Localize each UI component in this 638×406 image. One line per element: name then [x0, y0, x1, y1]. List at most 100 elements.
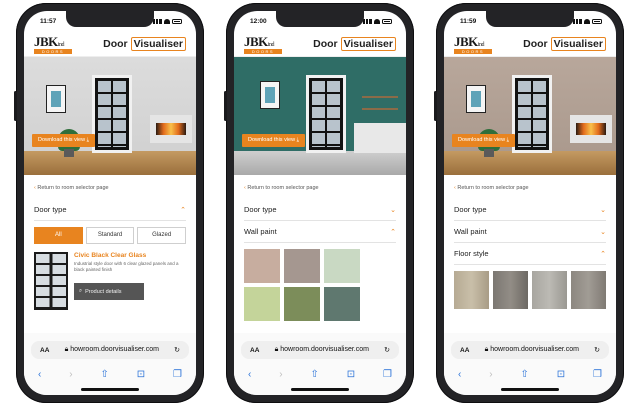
browser-toolbar: ‹ › ⇧ ⊡ ❐ [24, 365, 196, 383]
jbk-logo[interactable]: JBKind DOORS [244, 33, 282, 54]
floor-swatch[interactable] [454, 271, 489, 309]
share-icon[interactable]: ⇧ [100, 369, 108, 380]
notch [276, 11, 364, 27]
forward-arrow-icon[interactable]: › [69, 369, 72, 380]
jbk-logo[interactable]: JBKind DOORS [454, 33, 492, 54]
chevron-left-icon: ‹ [244, 185, 246, 191]
paint-swatch[interactable] [324, 287, 360, 321]
door-type-section[interactable]: Door type ⌄ [244, 199, 396, 221]
back-arrow-icon[interactable]: ‹ [38, 369, 41, 380]
notch [66, 11, 154, 27]
door-visualiser-brand: Door Visualiser [103, 36, 186, 51]
room-preview: Download this view ⤓ [24, 57, 196, 175]
return-link[interactable]: ‹ Return to room selector page [34, 185, 186, 191]
product-description: Industrial style door with 6 clear glaze… [74, 261, 179, 272]
paint-swatch-grid [244, 249, 360, 321]
forward-arrow-icon[interactable]: › [489, 369, 492, 380]
forward-arrow-icon[interactable]: › [279, 369, 282, 380]
door-filter-group: All Standard Glazed [34, 227, 187, 244]
product-name: Civic Black Clear Glass [74, 252, 147, 259]
chevron-down-icon: ⌄ [600, 228, 606, 236]
door-type-section[interactable]: Door type ⌄ [454, 199, 606, 221]
address-bar[interactable]: AA 🔒︎ howroom.doorvisualiser.com ↻ [451, 341, 609, 359]
signal-icon [363, 18, 372, 24]
share-icon[interactable]: ⇧ [310, 369, 318, 380]
bookmarks-icon[interactable]: ⊡ [137, 369, 145, 380]
floor-swatch-row [454, 271, 606, 309]
product-thumbnail[interactable] [34, 252, 68, 310]
phone-frame-3: 11:59 JBKind DOORS Door Visualiser Downl… [434, 3, 624, 403]
floor-swatch[interactable] [532, 271, 567, 309]
address-bar[interactable]: AA 🔒︎ howroom.doorvisualiser.com ↻ [241, 341, 399, 359]
share-icon[interactable]: ⇧ [520, 369, 528, 380]
door-type-section[interactable]: Door type ⌃ [34, 199, 186, 221]
chevron-left-icon: ‹ [34, 185, 36, 191]
door-preview [92, 75, 132, 153]
download-view-button[interactable]: Download this view ⤓ [242, 134, 306, 147]
url-text: 🔒︎ howroom.doorvisualiser.com [274, 346, 369, 353]
floor-style-section[interactable]: Floor style ⌃ [454, 243, 606, 265]
notch [486, 11, 574, 27]
url-text: 🔒︎ howroom.doorvisualiser.com [484, 346, 579, 353]
showcase: 11:57 JBKind DOORS Door Visualiser Downl… [0, 0, 638, 406]
return-link[interactable]: ‹ Return to room selector page [244, 185, 396, 191]
wifi-icon [374, 18, 380, 24]
chevron-up-icon: ⌃ [180, 206, 186, 214]
kitchen-shelves [362, 87, 398, 121]
status-time: 11:57 [40, 17, 57, 25]
return-link[interactable]: ‹ Return to room selector page [454, 185, 606, 191]
chevron-up-icon: ⌃ [600, 250, 606, 258]
reload-icon[interactable]: ↻ [174, 346, 180, 354]
site-header: JBKind DOORS Door Visualiser [24, 31, 196, 57]
product-details-button[interactable]: ⌕ Product details [74, 283, 144, 300]
home-indicator [501, 388, 559, 391]
paint-swatch[interactable] [244, 287, 280, 321]
tabs-icon[interactable]: ❐ [173, 369, 182, 380]
address-bar[interactable]: AA 🔒︎ howroom.doorvisualiser.com ↻ [31, 341, 189, 359]
filter-standard-button[interactable]: Standard [85, 227, 135, 244]
lock-icon: 🔒︎ [484, 346, 489, 353]
browser-toolbar: ‹ › ⇧ ⊡ ❐ [444, 365, 616, 383]
tabs-icon[interactable]: ❐ [593, 369, 602, 380]
bookmarks-icon[interactable]: ⊡ [557, 369, 565, 380]
chevron-down-icon: ⌄ [390, 206, 396, 214]
home-indicator [291, 388, 349, 391]
room-preview: Download this view ⤓ [234, 57, 406, 175]
download-view-button[interactable]: Download this view ⤓ [452, 134, 516, 147]
reload-icon[interactable]: ↻ [594, 346, 600, 354]
download-view-button[interactable]: Download this view ⤓ [32, 134, 96, 147]
floor-swatch[interactable] [571, 271, 606, 309]
back-arrow-icon[interactable]: ‹ [248, 369, 251, 380]
paint-swatch[interactable] [284, 287, 320, 321]
battery-icon [592, 18, 602, 24]
filter-all-button[interactable]: All [34, 227, 83, 244]
phone-screen-2: 12:00 JBKind DOORS Door Visualiser Downl… [234, 11, 406, 395]
tabs-icon[interactable]: ❐ [383, 369, 392, 380]
reader-settings-button[interactable]: AA [250, 347, 259, 354]
paint-swatch[interactable] [244, 249, 280, 283]
wall-paint-section[interactable]: Wall paint ⌄ [454, 221, 606, 243]
reload-icon[interactable]: ↻ [384, 346, 390, 354]
door-preview [512, 75, 552, 153]
battery-icon [382, 18, 392, 24]
door-visualiser-brand: Door Visualiser [313, 36, 396, 51]
bookmarks-icon[interactable]: ⊡ [347, 369, 355, 380]
options-panel: ‹ Return to room selector page Door type… [234, 175, 406, 321]
wifi-icon [584, 18, 590, 24]
filter-glazed-button[interactable]: Glazed [137, 227, 187, 244]
jbk-logo[interactable]: JBKind DOORS [34, 33, 72, 54]
paint-swatch[interactable] [324, 249, 360, 283]
reader-settings-button[interactable]: AA [460, 347, 469, 354]
fireplace [570, 115, 612, 143]
phone-screen-1: 11:57 JBKind DOORS Door Visualiser Downl… [24, 11, 196, 395]
paint-swatch[interactable] [284, 249, 320, 283]
floor-swatch[interactable] [493, 271, 528, 309]
wall-paint-section[interactable]: Wall paint ⌃ [244, 221, 396, 243]
door-preview [306, 75, 346, 153]
back-arrow-icon[interactable]: ‹ [458, 369, 461, 380]
product-card[interactable]: Civic Black Clear Glass Industrial style… [34, 252, 186, 310]
browser-toolbar: ‹ › ⇧ ⊡ ❐ [234, 365, 406, 383]
reader-settings-button[interactable]: AA [40, 347, 49, 354]
options-panel: ‹ Return to room selector page Door type… [24, 175, 196, 310]
chevron-up-icon: ⌃ [390, 228, 396, 236]
